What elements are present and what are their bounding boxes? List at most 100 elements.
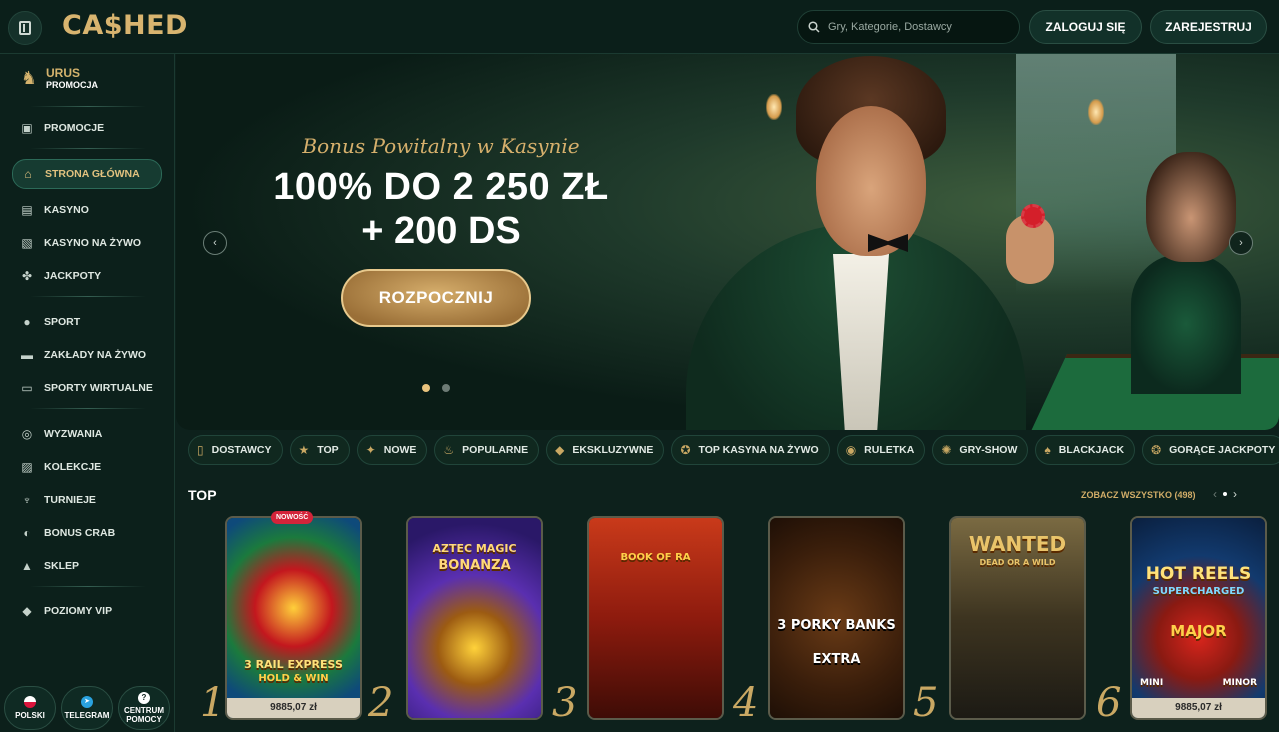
sidebar-item-label: PROMOCJE bbox=[44, 122, 105, 134]
promo-title: URUS bbox=[46, 66, 81, 80]
chevron-right-icon[interactable]: › bbox=[1233, 487, 1237, 501]
sidebar-item-bonus-crab[interactable]: ◐ BONUS CRAB bbox=[12, 519, 162, 547]
category-label: NOWE bbox=[383, 444, 417, 456]
pager-dot bbox=[1223, 492, 1227, 496]
sidebar-item-poziomy-vip[interactable]: ◆ POZIOMY VIP bbox=[12, 597, 162, 625]
top-bar: CA$HED ZALOGUJ SIĘ ZAREJESTRUJ bbox=[0, 0, 1279, 54]
sidebar-icon bbox=[19, 21, 31, 35]
sidebar-toggle-button[interactable] bbox=[8, 11, 42, 45]
roulette-icon: ◉ bbox=[845, 443, 857, 457]
divider bbox=[30, 106, 146, 107]
sidebar-item-label: TURNIEJE bbox=[44, 494, 96, 506]
category-dostawcy[interactable]: ▯ DOSTAWCY bbox=[188, 435, 283, 465]
sidebar-promo[interactable]: ♞ URUS PROMOCJA bbox=[18, 66, 98, 90]
sidebar-item-label: KOLEKCJE bbox=[44, 461, 102, 473]
collection-icon: ▨ bbox=[21, 460, 33, 474]
carousel-next-button[interactable]: › bbox=[1229, 231, 1253, 255]
game-subtitle: HOLD & WIN bbox=[258, 673, 329, 684]
category-blackjack[interactable]: ♠ BLACKJACK bbox=[1035, 435, 1136, 465]
divider bbox=[30, 408, 146, 409]
help-label-line2: POMOCY bbox=[126, 715, 162, 724]
category-popularne[interactable]: ♨ POPULARNE bbox=[434, 435, 540, 465]
carousel-prev-button[interactable]: ‹ bbox=[203, 231, 227, 255]
see-all-link[interactable]: ZOBACZ WSZYSTKO (498) bbox=[1081, 490, 1196, 500]
sidebar-bottom-buttons: POLSKI ➤ TELEGRAM ? CENTRUM POMOCY bbox=[4, 686, 170, 730]
search-input[interactable] bbox=[828, 21, 1008, 33]
wall-lamp bbox=[766, 94, 782, 120]
search-box[interactable] bbox=[797, 10, 1020, 44]
sidebar-item-zaklady-na-zywo[interactable]: ▬ ZAKŁADY NA ŻYWO bbox=[12, 341, 162, 369]
wall-lamp bbox=[1088, 99, 1104, 125]
start-button[interactable]: ROZPOCZNIJ bbox=[341, 269, 531, 327]
game-card-3[interactable]: BOOK OF RA bbox=[587, 516, 724, 720]
home-icon: ⌂ bbox=[24, 167, 32, 181]
sidebar-item-label: WYZWANIA bbox=[44, 428, 103, 440]
game-subtitle: SUPERCHARGED bbox=[1152, 586, 1245, 597]
jackpot-icon: ❂ bbox=[1151, 443, 1162, 457]
game-card-1[interactable]: 3 RAIL EXPRESS HOLD & WIN 9885,07 zł bbox=[225, 516, 362, 720]
chevron-right-icon: › bbox=[1239, 237, 1243, 249]
category-ekskluzywne[interactable]: ◆ EKSKLUZYWNE bbox=[546, 435, 665, 465]
rank-number: 1 bbox=[200, 680, 226, 726]
search-icon bbox=[808, 21, 820, 33]
woman-figure bbox=[1131, 254, 1241, 394]
site-logo[interactable]: CA$HED bbox=[62, 10, 188, 41]
language-button[interactable]: POLSKI bbox=[4, 686, 56, 730]
game-title: BOOK OF RA bbox=[620, 552, 691, 563]
category-ruletka[interactable]: ◉ RULETKA bbox=[836, 435, 926, 465]
sidebar-item-jackpoty[interactable]: ✤ JACKPOTY bbox=[12, 262, 162, 290]
category-label: RULETKA bbox=[864, 444, 915, 456]
category-label: TOP bbox=[317, 444, 339, 456]
sidebar-item-kasyno-na-zywo[interactable]: ▧ KASYNO NA ŻYWO bbox=[12, 229, 162, 257]
telegram-button[interactable]: ➤ TELEGRAM bbox=[61, 686, 113, 730]
sidebar-item-label: SPORTY WIRTUALNE bbox=[44, 382, 153, 394]
category-bar: ▯ DOSTAWCY ★ TOP ✦ NOWE ♨ POPULARNE ◆ EKSKLUZ… bbox=[188, 435, 1279, 465]
hero-banner[interactable]: Bonus Powitalny w Kasynie 100% DO 2 250 … bbox=[176, 54, 1279, 430]
sidebar-item-strona-glowna[interactable]: ⌂ STRONA GŁÓWNA bbox=[12, 159, 162, 189]
show-icon: ✺ bbox=[941, 443, 952, 457]
divider bbox=[30, 586, 146, 587]
gift-icon: ▣ bbox=[21, 121, 33, 135]
category-top[interactable]: ★ TOP bbox=[289, 435, 350, 465]
carousel-dot-active[interactable] bbox=[422, 384, 430, 392]
sidebar-item-promocje[interactable]: ▣ PROMOCJE bbox=[12, 114, 162, 142]
sidebar-item-sporty-wirtualne[interactable]: ▭ SPORTY WIRTUALNE bbox=[12, 374, 162, 402]
category-gorace-jackpoty[interactable]: ❂ GORĄCE JACKPOTY bbox=[1142, 435, 1279, 465]
sidebar-item-label: ZAKŁADY NA ŻYWO bbox=[44, 349, 147, 361]
category-label: BLACKJACK bbox=[1058, 444, 1125, 456]
game-card-6[interactable]: HOT REELS SUPERCHARGED MAJOR MINI MINOR … bbox=[1130, 516, 1267, 720]
category-label: TOP KASYNA NA ŻYWO bbox=[698, 444, 819, 456]
sidebar-item-label: SKLEP bbox=[44, 560, 80, 572]
promo-subtitle: PROMOCJA bbox=[46, 80, 99, 90]
game-card-4[interactable]: 3 PORKY BANKS EXTRA bbox=[768, 516, 905, 720]
mini-label: MINI bbox=[1140, 678, 1164, 688]
category-gry-show[interactable]: ✺ GRY-SHOW bbox=[932, 435, 1029, 465]
game-card-2[interactable]: AZTEC MAGIC BONANZA bbox=[406, 516, 543, 720]
login-button[interactable]: ZALOGUJ SIĘ bbox=[1029, 10, 1142, 44]
sidebar-item-kolekcje[interactable]: ▨ KOLEKCJE bbox=[12, 453, 162, 481]
help-icon: ? bbox=[138, 692, 150, 704]
sidebar-item-sklep[interactable]: ▲ SKLEP bbox=[12, 552, 162, 580]
game-title: 3 RAIL EXPRESS bbox=[244, 658, 343, 671]
chevron-left-icon[interactable]: ‹ bbox=[1213, 487, 1217, 501]
game-subtitle: DEAD OR A WILD bbox=[979, 558, 1056, 567]
game-card-5[interactable]: WANTED DEAD OR A WILD bbox=[949, 516, 1086, 720]
sidebar-item-wyzwania[interactable]: ◎ WYZWANIA bbox=[12, 420, 162, 448]
help-center-button[interactable]: ? CENTRUM POMOCY bbox=[118, 686, 170, 730]
divider bbox=[30, 296, 146, 297]
sidebar-item-sport[interactable]: ● SPORT bbox=[12, 308, 162, 336]
sidebar-item-kasyno[interactable]: ▤ KASYNO bbox=[12, 196, 162, 224]
diamond-icon: ◆ bbox=[22, 604, 32, 618]
new-badge: NOWOŚĆ bbox=[271, 511, 314, 524]
sidebar-item-turnieje[interactable]: ♆ TURNIEJE bbox=[12, 486, 162, 514]
carousel-dot[interactable] bbox=[442, 384, 450, 392]
section-pager: ‹ › bbox=[1213, 487, 1237, 501]
register-button[interactable]: ZAREJESTRUJ bbox=[1150, 10, 1267, 44]
category-label: DOSTAWCY bbox=[211, 444, 272, 456]
section-title-top: TOP bbox=[188, 487, 217, 503]
category-top-kasyna-na-zywo[interactable]: ✪ TOP KASYNA NA ŻYWO bbox=[671, 435, 830, 465]
sidebar-item-label: JACKPOTY bbox=[44, 270, 102, 282]
category-nowe[interactable]: ✦ NOWE bbox=[356, 435, 428, 465]
major-label: MAJOR bbox=[1170, 622, 1227, 640]
sidebar-item-label: KASYNO NA ŻYWO bbox=[44, 237, 142, 249]
